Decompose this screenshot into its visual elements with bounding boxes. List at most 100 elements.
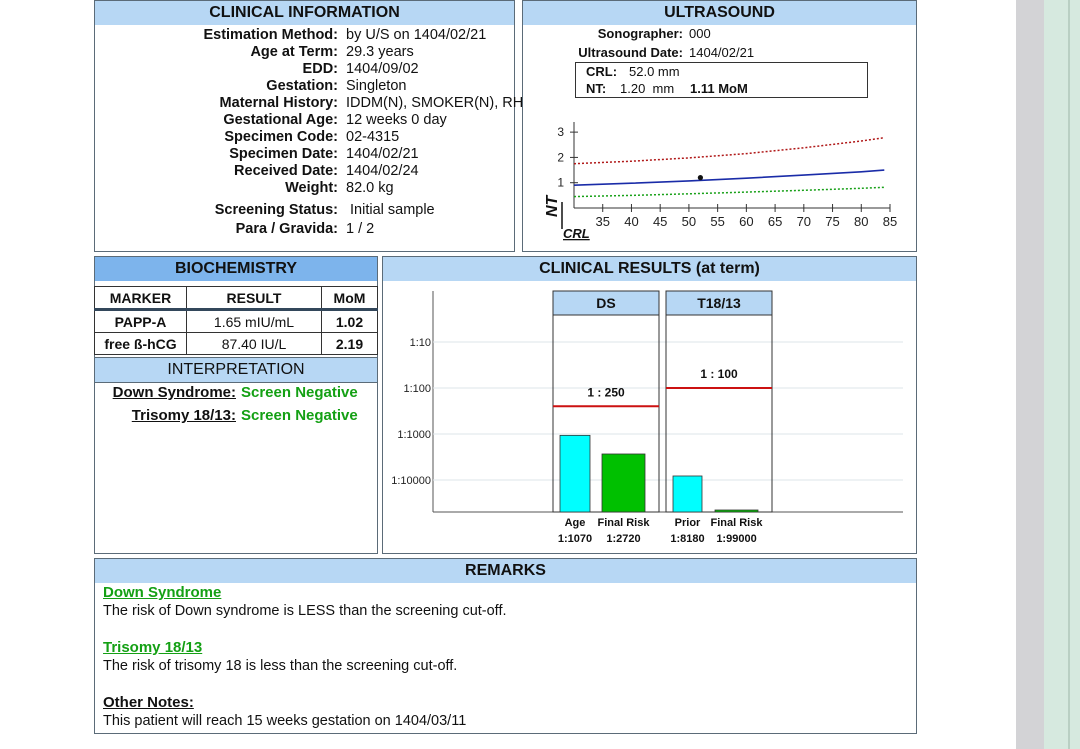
clinical-info-row-value: 02-4315 <box>346 129 400 145</box>
y-axis-title: NT <box>544 194 561 217</box>
cutoff-label: 1 : 250 <box>587 385 625 399</box>
clinical-info-row-label: Estimation Method: <box>203 27 338 43</box>
x-tick-label: 35 <box>595 214 609 229</box>
risk-bar-label: Final Risk <box>711 517 764 529</box>
ultrasound-panel: ULTRASOUND Sonographer: 000 Ultrasound D… <box>522 0 917 252</box>
y-tick-label: 1 <box>557 176 564 190</box>
clinical-info-row-label: Age at Term: <box>250 44 338 60</box>
trisomy-result: Screen Negative <box>241 407 358 424</box>
clinical-info-row-label: Gestation: <box>266 78 338 94</box>
nt-label: NT: <box>586 81 607 96</box>
y-tick-label: 1:10 <box>410 337 431 349</box>
ultrasound-title: ULTRASOUND <box>523 1 916 25</box>
y-tick-label: 1:100 <box>403 383 431 395</box>
risk-bar-label: Age <box>565 517 586 529</box>
down-syndrome-label: Down Syndrome: <box>112 384 236 401</box>
clinical-info-row-value: 82.0 kg <box>346 180 394 196</box>
clinical-info-row-label: Screening Status: <box>214 202 338 218</box>
nt-crl-chart: 35 40 45 50 55 60 65 70 75 80 85 1 2 3 NTCRL <box>544 122 897 241</box>
x-tick-label: 75 <box>825 214 839 229</box>
interpretation-header: INTERPRETATION <box>95 357 377 383</box>
remarks-other-notes-text: This patient will reach 15 weeks gestati… <box>103 713 467 729</box>
marker-header: MARKER <box>94 286 187 310</box>
x-tick-label: 85 <box>883 214 897 229</box>
risk-bar-value: 1:8180 <box>670 533 704 545</box>
interpretation-title: INTERPRETATION <box>167 361 305 378</box>
clinical-results-title: CLINICAL RESULTS (at term) <box>383 257 916 281</box>
interpretation-trisomy: Trisomy 18/13: Screen Negative <box>95 407 377 427</box>
table-row: free ß-hCG 87.40 IU/L 2.19 <box>94 332 378 355</box>
x-tick-label: 65 <box>768 214 782 229</box>
clinical-info-row-value: 29.3 years <box>346 44 414 60</box>
x-tick-label: 60 <box>739 214 753 229</box>
table-header-row: MARKER RESULT MoM <box>94 286 378 310</box>
clinical-info-row-label: EDD: <box>302 61 338 77</box>
nt-value: 1.20 mm <box>620 81 675 96</box>
remarks-panel: REMARKS Down Syndrome The risk of Down s… <box>94 558 917 734</box>
x-tick-label: 40 <box>624 214 638 229</box>
clinical-information-title: CLINICAL INFORMATION <box>95 1 514 25</box>
risk-group-title: DS <box>596 295 615 311</box>
risk-bar-label: Final Risk <box>598 517 651 529</box>
result-cell: 1.65 mIU/mL <box>186 308 322 333</box>
cutoff-label: 1 : 100 <box>700 367 738 381</box>
result-cell: 87.40 IU/L <box>186 332 322 355</box>
remarks-down-syndrome-heading: Down Syndrome <box>103 584 222 601</box>
reference-curve <box>573 169 885 186</box>
clinical-info-row-value: 1404/09/02 <box>346 61 419 77</box>
remarks-trisomy-text: The risk of trisomy 18 is less than the … <box>103 658 458 674</box>
sonographer-label: Sonographer: <box>597 26 683 41</box>
ultrasound-date-label: Ultrasound Date: <box>578 45 683 60</box>
viewer-gutter <box>1016 0 1044 749</box>
remarks-title: REMARKS <box>95 559 916 583</box>
mom-header: MoM <box>321 286 378 310</box>
clinical-info-row-label: Specimen Code: <box>224 129 338 145</box>
clinical-info-row-label: Gestational Age: <box>223 112 338 128</box>
down-syndrome-result: Screen Negative <box>241 384 358 401</box>
risk-bar <box>672 475 703 513</box>
clinical-info-row-label: Received Date: <box>234 163 338 179</box>
result-header: RESULT <box>186 286 322 310</box>
risk-bar-label: Prior <box>675 517 701 529</box>
clinical-info-row-label: Weight: <box>285 180 338 196</box>
nt-mom-value: 1.11 MoM <box>690 81 748 96</box>
clinical-info-row-value: 12 weeks 0 day <box>346 112 447 128</box>
risk-bar-value: 1:1070 <box>558 533 592 545</box>
ultrasound-date-value: 1404/02/21 <box>689 45 755 60</box>
y-tick-label: 3 <box>557 125 564 139</box>
crl-label: CRL: <box>586 64 618 79</box>
viewer-side-strip <box>1044 0 1080 749</box>
y-tick-label: 1:10000 <box>391 475 431 487</box>
y-tick-label: 2 <box>557 150 564 164</box>
clinical-info-row-label: Para / Gravida: <box>235 221 338 237</box>
risk-group-title: T18/13 <box>697 295 741 311</box>
patient-point <box>697 175 703 181</box>
clinical-info-row-value: by U/S on 1404/02/21 <box>346 27 487 43</box>
table-row: PAPP-A 1.65 mIU/mL 1.02 <box>94 308 378 333</box>
clinical-info-row-value: Singleton <box>346 78 407 94</box>
x-tick-label: 55 <box>710 214 724 229</box>
biochemistry-title: BIOCHEMISTRY <box>95 257 377 281</box>
mom-cell: 2.19 <box>321 332 378 355</box>
x-tick-label: 80 <box>854 214 868 229</box>
clinical-info-row-value: 1404/02/21 <box>346 146 419 162</box>
viewer-divider <box>1068 0 1070 749</box>
clinical-info-row-value: 1 / 2 <box>346 221 375 237</box>
risk-bar-value: 1:2720 <box>606 533 640 545</box>
reference-curve <box>573 136 885 165</box>
clinical-info-row-value: Initial sample <box>350 202 435 218</box>
remarks-down-syndrome-text: The risk of Down syndrome is LESS than t… <box>103 603 507 619</box>
risk-chart: 1:10 1:100 1:1000 1:10000 DS Age 1:1070 Final R… <box>391 290 903 545</box>
remarks-other-notes-heading: Other Notes: <box>103 694 194 711</box>
risk-bar <box>714 509 759 513</box>
risk-bar <box>559 434 591 513</box>
clinical-info-row-label: Specimen Date: <box>229 146 338 162</box>
risk-bar <box>601 453 646 513</box>
measurement-box: CRL: 52.0 mm NT: 1.20 mm 1.11 MoM <box>575 62 868 98</box>
biochemistry-table: MARKER RESULT MoM PAPP-A 1.65 mIU/mL 1.0… <box>94 286 378 355</box>
clinical-results-panel: CLINICAL RESULTS (at term) 1:10 1:100 1:10… <box>382 256 917 554</box>
clinical-info-row-label: Maternal History: <box>219 95 338 111</box>
x-tick-label: 50 <box>682 214 696 229</box>
interpretation-down-syndrome: Down Syndrome: Screen Negative <box>95 384 377 404</box>
marker-cell: PAPP-A <box>94 308 187 333</box>
